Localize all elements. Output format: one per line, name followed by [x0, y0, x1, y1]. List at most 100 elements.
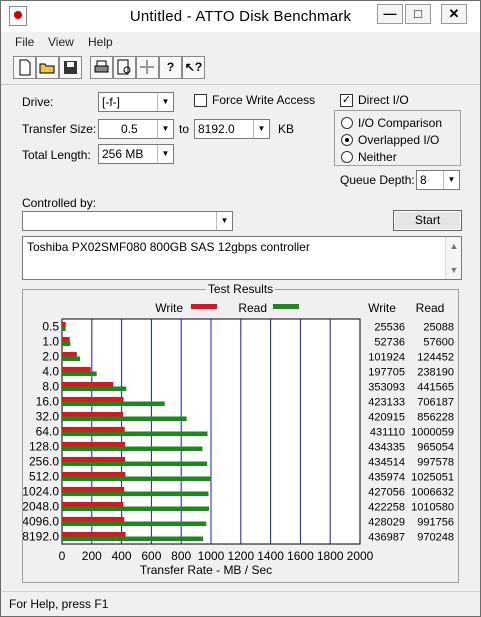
read-bar: [62, 401, 165, 406]
start-button[interactable]: Start: [393, 210, 462, 231]
chevron-down-icon[interactable]: ▼: [253, 120, 269, 138]
maximize-button[interactable]: □: [405, 4, 431, 24]
write-bar: [62, 412, 124, 417]
neither-radio[interactable]: [341, 151, 353, 163]
y-category-label: 256.0: [29, 455, 59, 469]
read-value: 997578: [417, 457, 454, 469]
write-value: 435974: [368, 472, 405, 484]
read-bar: [62, 491, 209, 496]
print-icon[interactable]: [90, 56, 113, 79]
write-value: 428029: [368, 517, 405, 529]
chevron-down-icon[interactable]: ▼: [157, 93, 173, 111]
x-tick-label: 1800: [317, 549, 344, 563]
y-category-label: 2.0: [42, 350, 59, 364]
description-textarea[interactable]: Toshiba PX02SMF080 800GB SAS 12gbps cont…: [22, 236, 462, 280]
new-document-icon[interactable]: [13, 56, 36, 79]
menu-file[interactable]: File: [15, 35, 34, 49]
open-folder-icon[interactable]: [36, 56, 59, 79]
write-bar: [62, 367, 91, 372]
context-help-icon[interactable]: ↖?: [182, 56, 205, 79]
scroll-up-icon[interactable]: ▲: [446, 241, 462, 251]
y-category-label: 128.0: [29, 440, 59, 454]
toolbar: ? ↖?: [13, 56, 205, 80]
overlapped-io-radio[interactable]: [341, 134, 353, 146]
drive-value: [-f-]: [102, 95, 120, 109]
io-comparison-radio[interactable]: [341, 117, 353, 129]
transfer-to-value: 8192.0: [198, 122, 235, 136]
y-category-label: 2048.0: [23, 500, 59, 514]
write-value: 434335: [368, 442, 405, 454]
read-bar: [62, 416, 187, 421]
minimize-button[interactable]: —: [377, 4, 403, 24]
x-tick-label: 1400: [257, 549, 284, 563]
write-value: 436987: [368, 532, 405, 544]
read-value: 25088: [423, 322, 454, 334]
read-value: 124452: [417, 352, 454, 364]
chevron-down-icon[interactable]: ▼: [443, 171, 459, 189]
write-bar: [62, 337, 70, 342]
legend-read-label: Read: [238, 301, 267, 315]
menu-bar: File View Help: [1, 32, 480, 52]
kb-label: KB: [278, 122, 295, 136]
y-category-label: 8.0: [42, 380, 59, 394]
read-value: 1000059: [411, 427, 454, 439]
move-icon[interactable]: [136, 56, 159, 79]
chevron-down-icon[interactable]: ▼: [157, 145, 173, 163]
write-value: 427056: [368, 487, 405, 499]
total-length-value: 256 MB: [102, 147, 144, 161]
y-category-label: 1.0: [42, 335, 59, 349]
transfer-from-select[interactable]: 0.5 ▼: [98, 119, 174, 139]
total-length-select[interactable]: 256 MB ▼: [98, 144, 174, 164]
queue-depth-select[interactable]: 8 ▼: [416, 170, 460, 190]
write-bar: [62, 382, 114, 387]
read-value: 1025051: [411, 472, 454, 484]
read-value: 238190: [417, 367, 454, 379]
y-category-label: 4096.0: [23, 515, 59, 529]
total-length-label: Total Length:: [22, 148, 91, 162]
write-value: 353093: [368, 382, 405, 394]
print-preview-icon[interactable]: [113, 56, 136, 79]
read-value: 991756: [417, 517, 454, 529]
write-bar: [62, 517, 125, 522]
x-axis-title: Transfer Rate - MB / Sec: [140, 563, 272, 577]
save-icon[interactable]: [59, 56, 82, 79]
y-category-label: 0.5: [42, 320, 59, 334]
write-bar: [62, 502, 124, 507]
read-bar: [62, 521, 207, 526]
write-bar: [62, 397, 124, 402]
x-tick-label: 800: [171, 549, 191, 563]
write-bar: [62, 487, 125, 492]
read-bar: [62, 326, 66, 331]
read-value: 1010580: [411, 502, 454, 514]
force-write-checkbox[interactable]: [194, 94, 207, 107]
x-tick-label: 0: [59, 549, 66, 563]
chevron-down-icon[interactable]: ▼: [216, 212, 232, 230]
controlled-by-select[interactable]: ▼: [22, 211, 233, 231]
legend-write-label: Write: [155, 301, 183, 315]
x-tick-label: 600: [141, 549, 161, 563]
transfer-size-label: Transfer Size:: [22, 122, 97, 136]
transfer-to-select[interactable]: 8192.0 ▼: [194, 119, 270, 139]
direct-io-checkbox[interactable]: ✓: [340, 94, 353, 107]
read-bar: [62, 356, 81, 361]
status-text: For Help, press F1: [9, 597, 109, 611]
y-category-label: 16.0: [36, 395, 60, 409]
menu-help[interactable]: Help: [88, 35, 113, 49]
help-icon[interactable]: ?: [159, 56, 182, 79]
drive-select[interactable]: [-f-] ▼: [98, 92, 174, 112]
title-bar[interactable]: Untitled - ATTO Disk Benchmark — □ ✕: [1, 1, 480, 32]
menu-view[interactable]: View: [48, 35, 74, 49]
write-bar: [62, 472, 126, 477]
close-button[interactable]: ✕: [441, 4, 467, 24]
read-bar: [62, 536, 204, 541]
read-value: 856228: [417, 412, 454, 424]
x-tick-label: 1000: [198, 549, 225, 563]
scroll-down-icon[interactable]: ▼: [446, 265, 462, 275]
x-tick-label: 200: [82, 549, 102, 563]
queue-depth-label: Queue Depth:: [340, 173, 415, 187]
read-value: 57600: [423, 337, 454, 349]
drive-label: Drive:: [22, 95, 54, 109]
description-scrollbar[interactable]: ▲ ▼: [445, 237, 461, 279]
write-value: 101924: [368, 352, 405, 364]
chevron-down-icon[interactable]: ▼: [157, 120, 173, 138]
